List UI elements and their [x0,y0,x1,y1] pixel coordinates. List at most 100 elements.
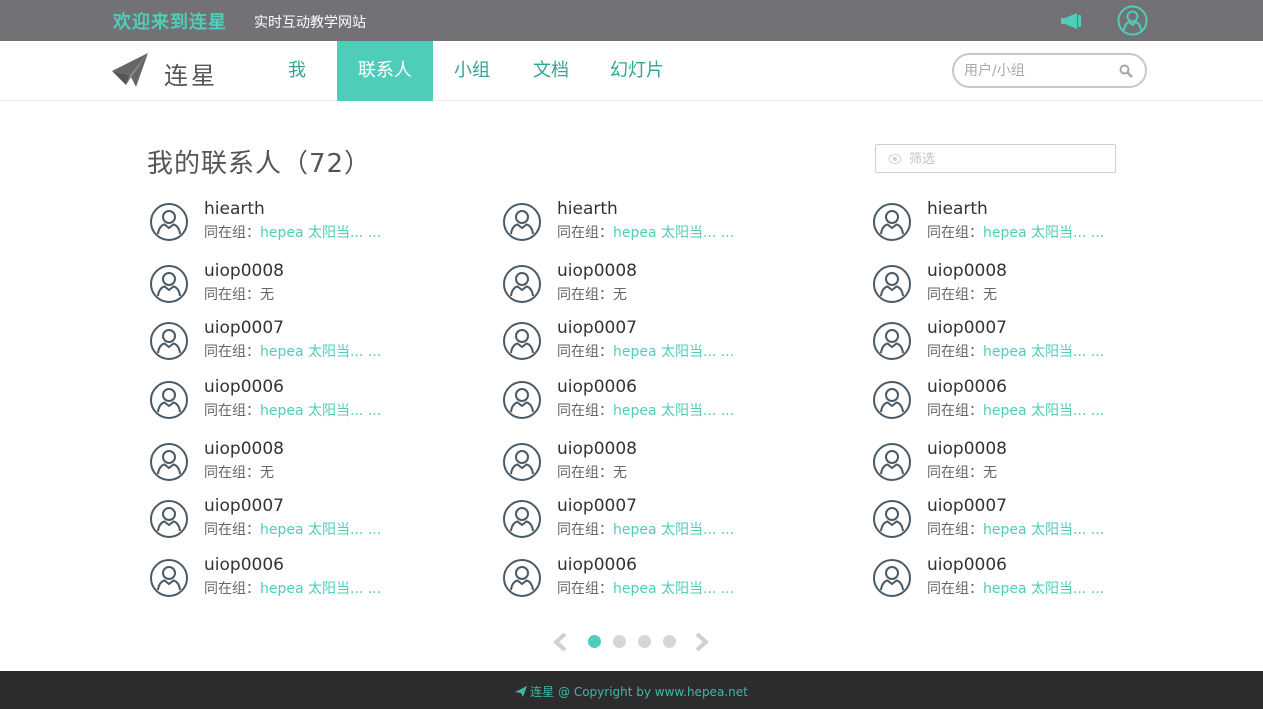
contact-name[interactable]: hiearth [557,199,618,219]
group-link[interactable]: hepea 太阳当... ... [260,403,381,419]
nav-item-groups[interactable]: 小组 [450,41,494,101]
main-navbar: 连星 我 联系人 小组 文档 幻灯片 [0,41,1263,101]
contact-item[interactable]: uiop0006 同在组：hepea 太阳当... ... [149,555,449,610]
contact-name[interactable]: uiop0007 [557,496,637,516]
contact-item[interactable]: uiop0007 同在组：hepea 太阳当... ... [502,496,802,551]
contact-item[interactable]: hiearth 同在组：hepea 太阳当... ... [149,199,449,254]
page-dot-4[interactable] [663,635,676,648]
logo-text[interactable]: 连星 [164,56,218,91]
avatar-icon[interactable] [149,380,189,420]
user-icon[interactable] [1117,5,1148,36]
avatar-icon[interactable] [149,321,189,361]
group-link[interactable]: hepea 太阳当... ... [260,225,381,241]
group-link[interactable]: hepea 太阳当... ... [983,403,1104,419]
footer-copyright: @ Copyright by www.hepea.net [554,685,748,699]
contact-item[interactable]: uiop0008 同在组：无 [872,261,1172,316]
search-icon[interactable] [1119,64,1133,78]
group-link[interactable]: hepea 太阳当... ... [260,581,381,597]
contact-name[interactable]: uiop0007 [204,318,284,338]
group-link[interactable]: hepea 太阳当... ... [983,522,1104,538]
contact-name[interactable]: uiop0008 [557,439,637,459]
contact-item[interactable]: uiop0007 同在组：hepea 太阳当... ... [149,496,449,551]
contact-item[interactable]: uiop0007 同在组：hepea 太阳当... ... [872,318,1172,373]
contact-name[interactable]: uiop0006 [557,377,637,397]
contact-item[interactable]: uiop0008 同在组：无 [872,439,1172,494]
contact-item[interactable]: uiop0006 同在组：hepea 太阳当... ... [149,377,449,432]
contact-name[interactable]: uiop0006 [927,555,1007,575]
contact-name[interactable]: uiop0007 [927,496,1007,516]
contact-name[interactable]: hiearth [927,199,988,219]
contact-item[interactable]: uiop0006 同在组：hepea 太阳当... ... [872,377,1172,432]
page-dot-3[interactable] [638,635,651,648]
contact-item[interactable]: uiop0008 同在组：无 [502,261,802,316]
group-link[interactable]: hepea 太阳当... ... [983,344,1104,360]
contact-name[interactable]: uiop0008 [927,439,1007,459]
nav-item-slides[interactable]: 幻灯片 [608,41,666,101]
avatar-icon[interactable] [149,442,189,482]
megaphone-icon[interactable] [1060,11,1082,31]
avatar-icon[interactable] [872,499,912,539]
page-dot-2[interactable] [613,635,626,648]
avatar-icon[interactable] [502,380,542,420]
avatar-icon[interactable] [502,202,542,242]
chevron-left-icon[interactable] [552,632,568,652]
avatar-icon[interactable] [872,442,912,482]
contact-item[interactable]: uiop0008 同在组：无 [149,439,449,494]
contact-item[interactable]: uiop0008 同在组：无 [502,439,802,494]
filter-input[interactable] [909,150,1099,168]
contact-name[interactable]: uiop0007 [204,496,284,516]
contact-name[interactable]: uiop0008 [204,261,284,281]
group-link[interactable]: hepea 太阳当... ... [983,581,1104,597]
contact-name[interactable]: uiop0008 [204,439,284,459]
group-link[interactable]: hepea 太阳当... ... [613,581,734,597]
contact-name[interactable]: uiop0006 [557,555,637,575]
paper-plane-logo-icon[interactable] [110,51,150,89]
avatar-icon[interactable] [149,499,189,539]
avatar-icon[interactable] [502,499,542,539]
contact-name[interactable]: uiop0008 [927,261,1007,281]
group-link[interactable]: hepea 太阳当... ... [613,403,734,419]
contact-item[interactable]: uiop0007 同在组：hepea 太阳当... ... [502,318,802,373]
contact-item[interactable]: uiop0008 同在组：无 [149,261,449,316]
nav-item-contacts[interactable]: 联系人 [337,41,433,101]
avatar-icon[interactable] [502,264,542,304]
contact-item[interactable]: hiearth 同在组：hepea 太阳当... ... [872,199,1172,254]
footer-brand[interactable]: 连星 [530,685,554,699]
group-link[interactable]: hepea 太阳当... ... [613,522,734,538]
nav-item-me[interactable]: 我 [276,41,318,101]
avatar-icon[interactable] [872,264,912,304]
avatar-icon[interactable] [149,202,189,242]
contact-item[interactable]: hiearth 同在组：hepea 太阳当... ... [502,199,802,254]
avatar-icon[interactable] [872,202,912,242]
contact-name[interactable]: uiop0007 [557,318,637,338]
contact-name[interactable]: uiop0006 [204,555,284,575]
avatar-icon[interactable] [149,558,189,598]
contact-item[interactable]: uiop0006 同在组：hepea 太阳当... ... [502,377,802,432]
contact-name[interactable]: uiop0007 [927,318,1007,338]
contact-item[interactable]: uiop0006 同在组：hepea 太阳当... ... [502,555,802,610]
group-link[interactable]: hepea 太阳当... ... [613,225,734,241]
pagination [550,630,720,654]
avatar-icon[interactable] [872,380,912,420]
contact-item[interactable]: uiop0006 同在组：hepea 太阳当... ... [872,555,1172,610]
avatar-icon[interactable] [149,264,189,304]
contact-name[interactable]: uiop0008 [557,261,637,281]
contact-item[interactable]: uiop0007 同在组：hepea 太阳当... ... [872,496,1172,551]
search-input[interactable] [964,61,1114,81]
group-link[interactable]: hepea 太阳当... ... [613,344,734,360]
avatar-icon[interactable] [502,321,542,361]
page-dot-1[interactable] [588,635,601,648]
chevron-right-icon[interactable] [694,632,710,652]
contact-name[interactable]: hiearth [204,199,265,219]
nav-item-documents[interactable]: 文档 [529,41,573,101]
contact-name[interactable]: uiop0006 [927,377,1007,397]
avatar-icon[interactable] [872,321,912,361]
group-link[interactable]: hepea 太阳当... ... [260,522,381,538]
group-link[interactable]: hepea 太阳当... ... [983,225,1104,241]
contact-name[interactable]: uiop0006 [204,377,284,397]
avatar-icon[interactable] [872,558,912,598]
avatar-icon[interactable] [502,442,542,482]
avatar-icon[interactable] [502,558,542,598]
contact-item[interactable]: uiop0007 同在组：hepea 太阳当... ... [149,318,449,373]
group-link[interactable]: hepea 太阳当... ... [260,344,381,360]
